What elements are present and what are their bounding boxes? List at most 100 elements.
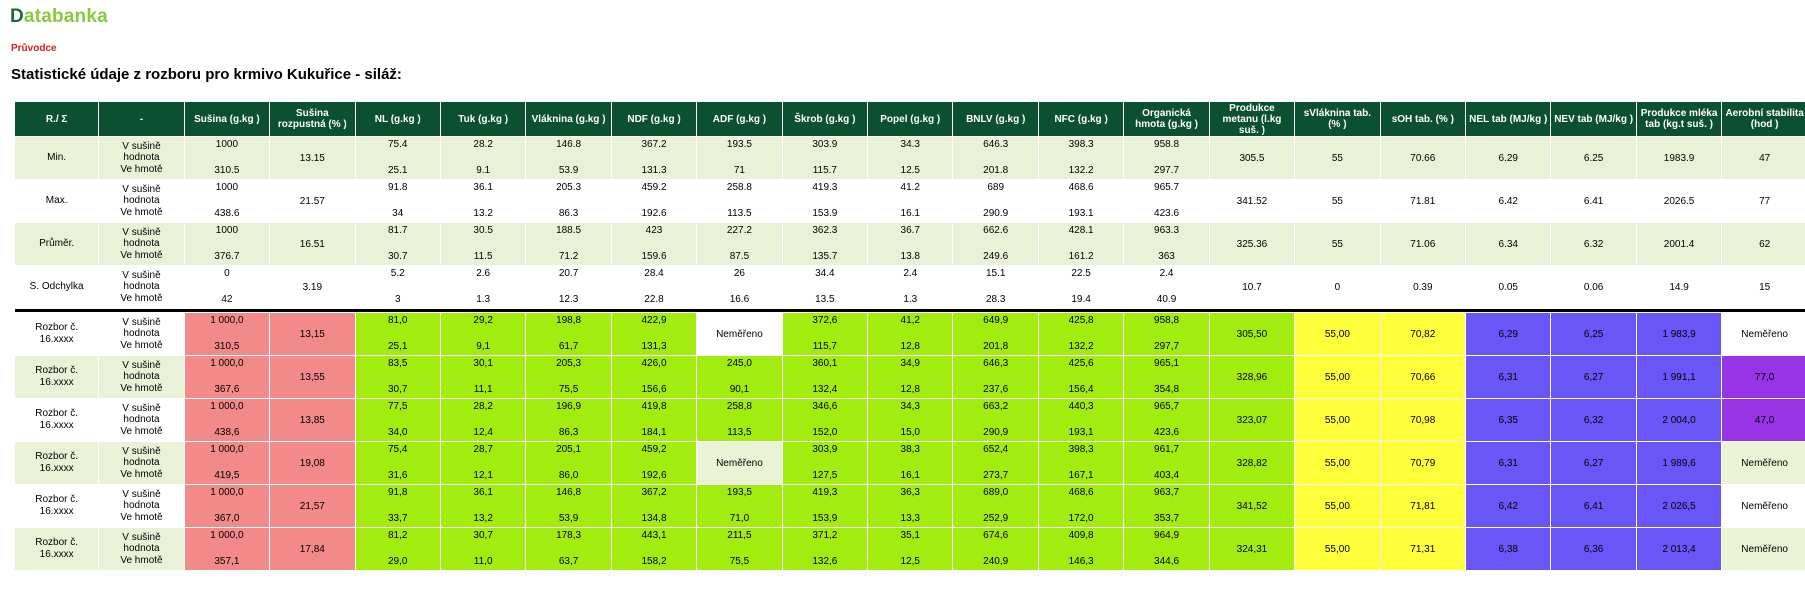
stat-row: Max. V sušině hodnota Ve hmotě 1000 438.6 21.5… <box>13 179 1805 223</box>
value-cell: 6.42 <box>1465 179 1552 223</box>
value-dry-matter: 674,6 <box>983 530 1009 541</box>
value-dry-matter: 205,3 <box>556 358 582 369</box>
value-cell: 1 991,1 <box>1635 355 1723 399</box>
basis-label: Ve hmotě <box>120 425 163 437</box>
value-fresh-matter: 131.3 <box>641 165 667 176</box>
value-cell: Neměřeno <box>696 312 783 356</box>
value-fresh-matter: 53,9 <box>558 513 579 524</box>
value-dry-matter: 303.9 <box>812 139 838 150</box>
value-dry-matter: 91,8 <box>388 487 408 498</box>
value-cell: 328,82 <box>1208 441 1296 485</box>
value-cell: 71.06 <box>1379 222 1467 266</box>
analysis-label-id: 16.xxxx <box>39 549 74 560</box>
value-fresh-matter: 376.7 <box>214 251 240 262</box>
analysis-label[interactable]: Rozbor č. 16.xxxx <box>13 398 100 442</box>
value-dry-matter: 36.7 <box>900 225 920 236</box>
value-cell: 6,25 <box>1550 312 1637 356</box>
value-fresh-matter: 30.7 <box>388 251 408 262</box>
value-cell: 2.4 40.9 <box>1123 265 1210 309</box>
value-cell: 2 004,0 <box>1635 398 1723 442</box>
value-fresh-matter: 113,5 <box>727 427 752 438</box>
analysis-label[interactable]: Rozbor č. 16.xxxx <box>13 527 100 571</box>
analysis-label[interactable]: Rozbor č. 16.xxxx <box>13 355 100 399</box>
value-fresh-matter: 3 <box>394 294 401 305</box>
value-cell: 28,2 12,4 <box>439 398 527 442</box>
value-cell: 36.1 13.2 <box>439 179 527 223</box>
value-cell: 419,3 153,9 <box>781 484 869 528</box>
value-cell: 245,0 90,1 <box>696 355 783 399</box>
column-header: Aerobní stabilita (hod ) <box>1721 101 1805 137</box>
value-fresh-matter: 240,9 <box>983 556 1009 567</box>
value-fresh-matter: 344,6 <box>1154 556 1180 567</box>
value-cell: 305.5 <box>1208 136 1296 180</box>
basis-labels: V sušině hodnota Ve hmotě <box>98 136 185 180</box>
value-fresh-matter: 193,1 <box>1068 427 1094 438</box>
value-dry-matter: 652,4 <box>983 444 1009 455</box>
value-cell: 1 000,0 367,6 <box>183 355 271 399</box>
value-dry-matter: 198,8 <box>556 315 582 326</box>
analysis-row[interactable]: Rozbor č. 16.xxxx V sušině hodnota Ve hmotě 1… <box>13 441 1805 485</box>
value-cell: 196,9 86,3 <box>525 398 612 442</box>
value-cell: 324,31 <box>1208 527 1296 571</box>
basis-label: Ve hmotě <box>120 511 163 523</box>
analysis-label-title: Rozbor č. <box>35 537 79 548</box>
value-dry-matter: 28.4 <box>644 268 664 279</box>
value-dry-matter: 964,9 <box>1154 530 1180 541</box>
analysis-label[interactable]: Rozbor č. 16.xxxx <box>13 312 100 356</box>
analysis-row[interactable]: Rozbor č. 16.xxxx V sušině hodnota Ve hmotě 1… <box>13 312 1805 356</box>
value-fresh-matter: 13.5 <box>815 294 835 305</box>
value-cell: 303,9 127,5 <box>781 441 869 485</box>
value-cell: 958.8 297.7 <box>1123 136 1210 180</box>
value-cell: 1 989,6 <box>1635 441 1723 485</box>
value-fresh-matter: 132,2 <box>1068 341 1094 352</box>
value-cell: 178,3 63,7 <box>525 527 612 571</box>
analysis-label[interactable]: Rozbor č. 16.xxxx <box>13 484 100 528</box>
value-fresh-matter: 16.1 <box>900 208 920 219</box>
value-dry-matter: 227.2 <box>726 225 752 236</box>
guide-link[interactable]: Průvodce <box>11 43 57 54</box>
analysis-row[interactable]: Rozbor č. 16.xxxx V sušině hodnota Ve hmotě 1… <box>13 527 1805 571</box>
column-header: R./ Σ <box>13 101 100 137</box>
value-fresh-matter: 31,6 <box>388 470 408 481</box>
basis-labels: V sušině hodnota Ve hmotě <box>98 312 185 356</box>
value-dry-matter: 81,0 <box>388 315 408 326</box>
value-dry-matter: 35,1 <box>900 530 920 541</box>
value-cell: 41.2 16.1 <box>867 179 954 223</box>
value-cell: 965,1 354,8 <box>1123 355 1210 399</box>
value-cell: 0.06 <box>1550 265 1637 309</box>
value-fresh-matter: 273,7 <box>983 470 1009 481</box>
value-fresh-matter: 30,7 <box>388 384 408 395</box>
value-cell: 1 000,0 438,6 <box>183 398 271 442</box>
basis-label: hodnota <box>123 500 160 512</box>
analysis-row[interactable]: Rozbor č. 16.xxxx V sušině hodnota Ve hmotě 1… <box>13 484 1805 528</box>
basis-label: Ve hmotě <box>120 468 163 480</box>
value-dry-matter: 961,7 <box>1154 444 1180 455</box>
value-cell: 3.19 <box>269 265 356 309</box>
value-cell: 29,2 9,1 <box>439 312 527 356</box>
analysis-row[interactable]: Rozbor č. 16.xxxx V sušině hodnota Ve hmotě 1… <box>13 398 1805 442</box>
value-fresh-matter: 297.7 <box>1154 165 1180 176</box>
value-cell: 6,27 <box>1550 355 1637 399</box>
value-cell: 1 000,0 367,0 <box>183 484 271 528</box>
value-dry-matter: 371,2 <box>812 530 838 541</box>
basis-label: Ve hmotě <box>120 206 163 218</box>
value-dry-matter: 425,8 <box>1068 315 1094 326</box>
value-fresh-matter: 71,0 <box>729 513 750 524</box>
value-fresh-matter: 192.6 <box>641 208 667 219</box>
value-cell: 649,9 201,8 <box>952 312 1039 356</box>
value-fresh-matter: 146,3 <box>1068 556 1094 567</box>
value-dry-matter: 663,2 <box>983 401 1009 412</box>
value-fresh-matter: 16.6 <box>729 294 750 305</box>
value-fresh-matter: 12,4 <box>473 427 493 438</box>
value-dry-matter: 303,9 <box>812 444 838 455</box>
analysis-row[interactable]: Rozbor č. 16.xxxx V sušině hodnota Ve hmotě 1… <box>13 355 1805 399</box>
analysis-label[interactable]: Rozbor č. 16.xxxx <box>13 441 100 485</box>
value-cell: 21.57 <box>269 179 356 223</box>
value-cell: 398,3 167,1 <box>1037 441 1125 485</box>
value-cell: 425,6 156,4 <box>1037 355 1125 399</box>
value-dry-matter: 398.3 <box>1068 139 1094 150</box>
value-cell: 0 42 <box>183 265 271 309</box>
basis-label: hodnota <box>123 414 160 426</box>
value-fresh-matter: 193.1 <box>1068 208 1094 219</box>
stat-label: Max. <box>13 179 100 223</box>
